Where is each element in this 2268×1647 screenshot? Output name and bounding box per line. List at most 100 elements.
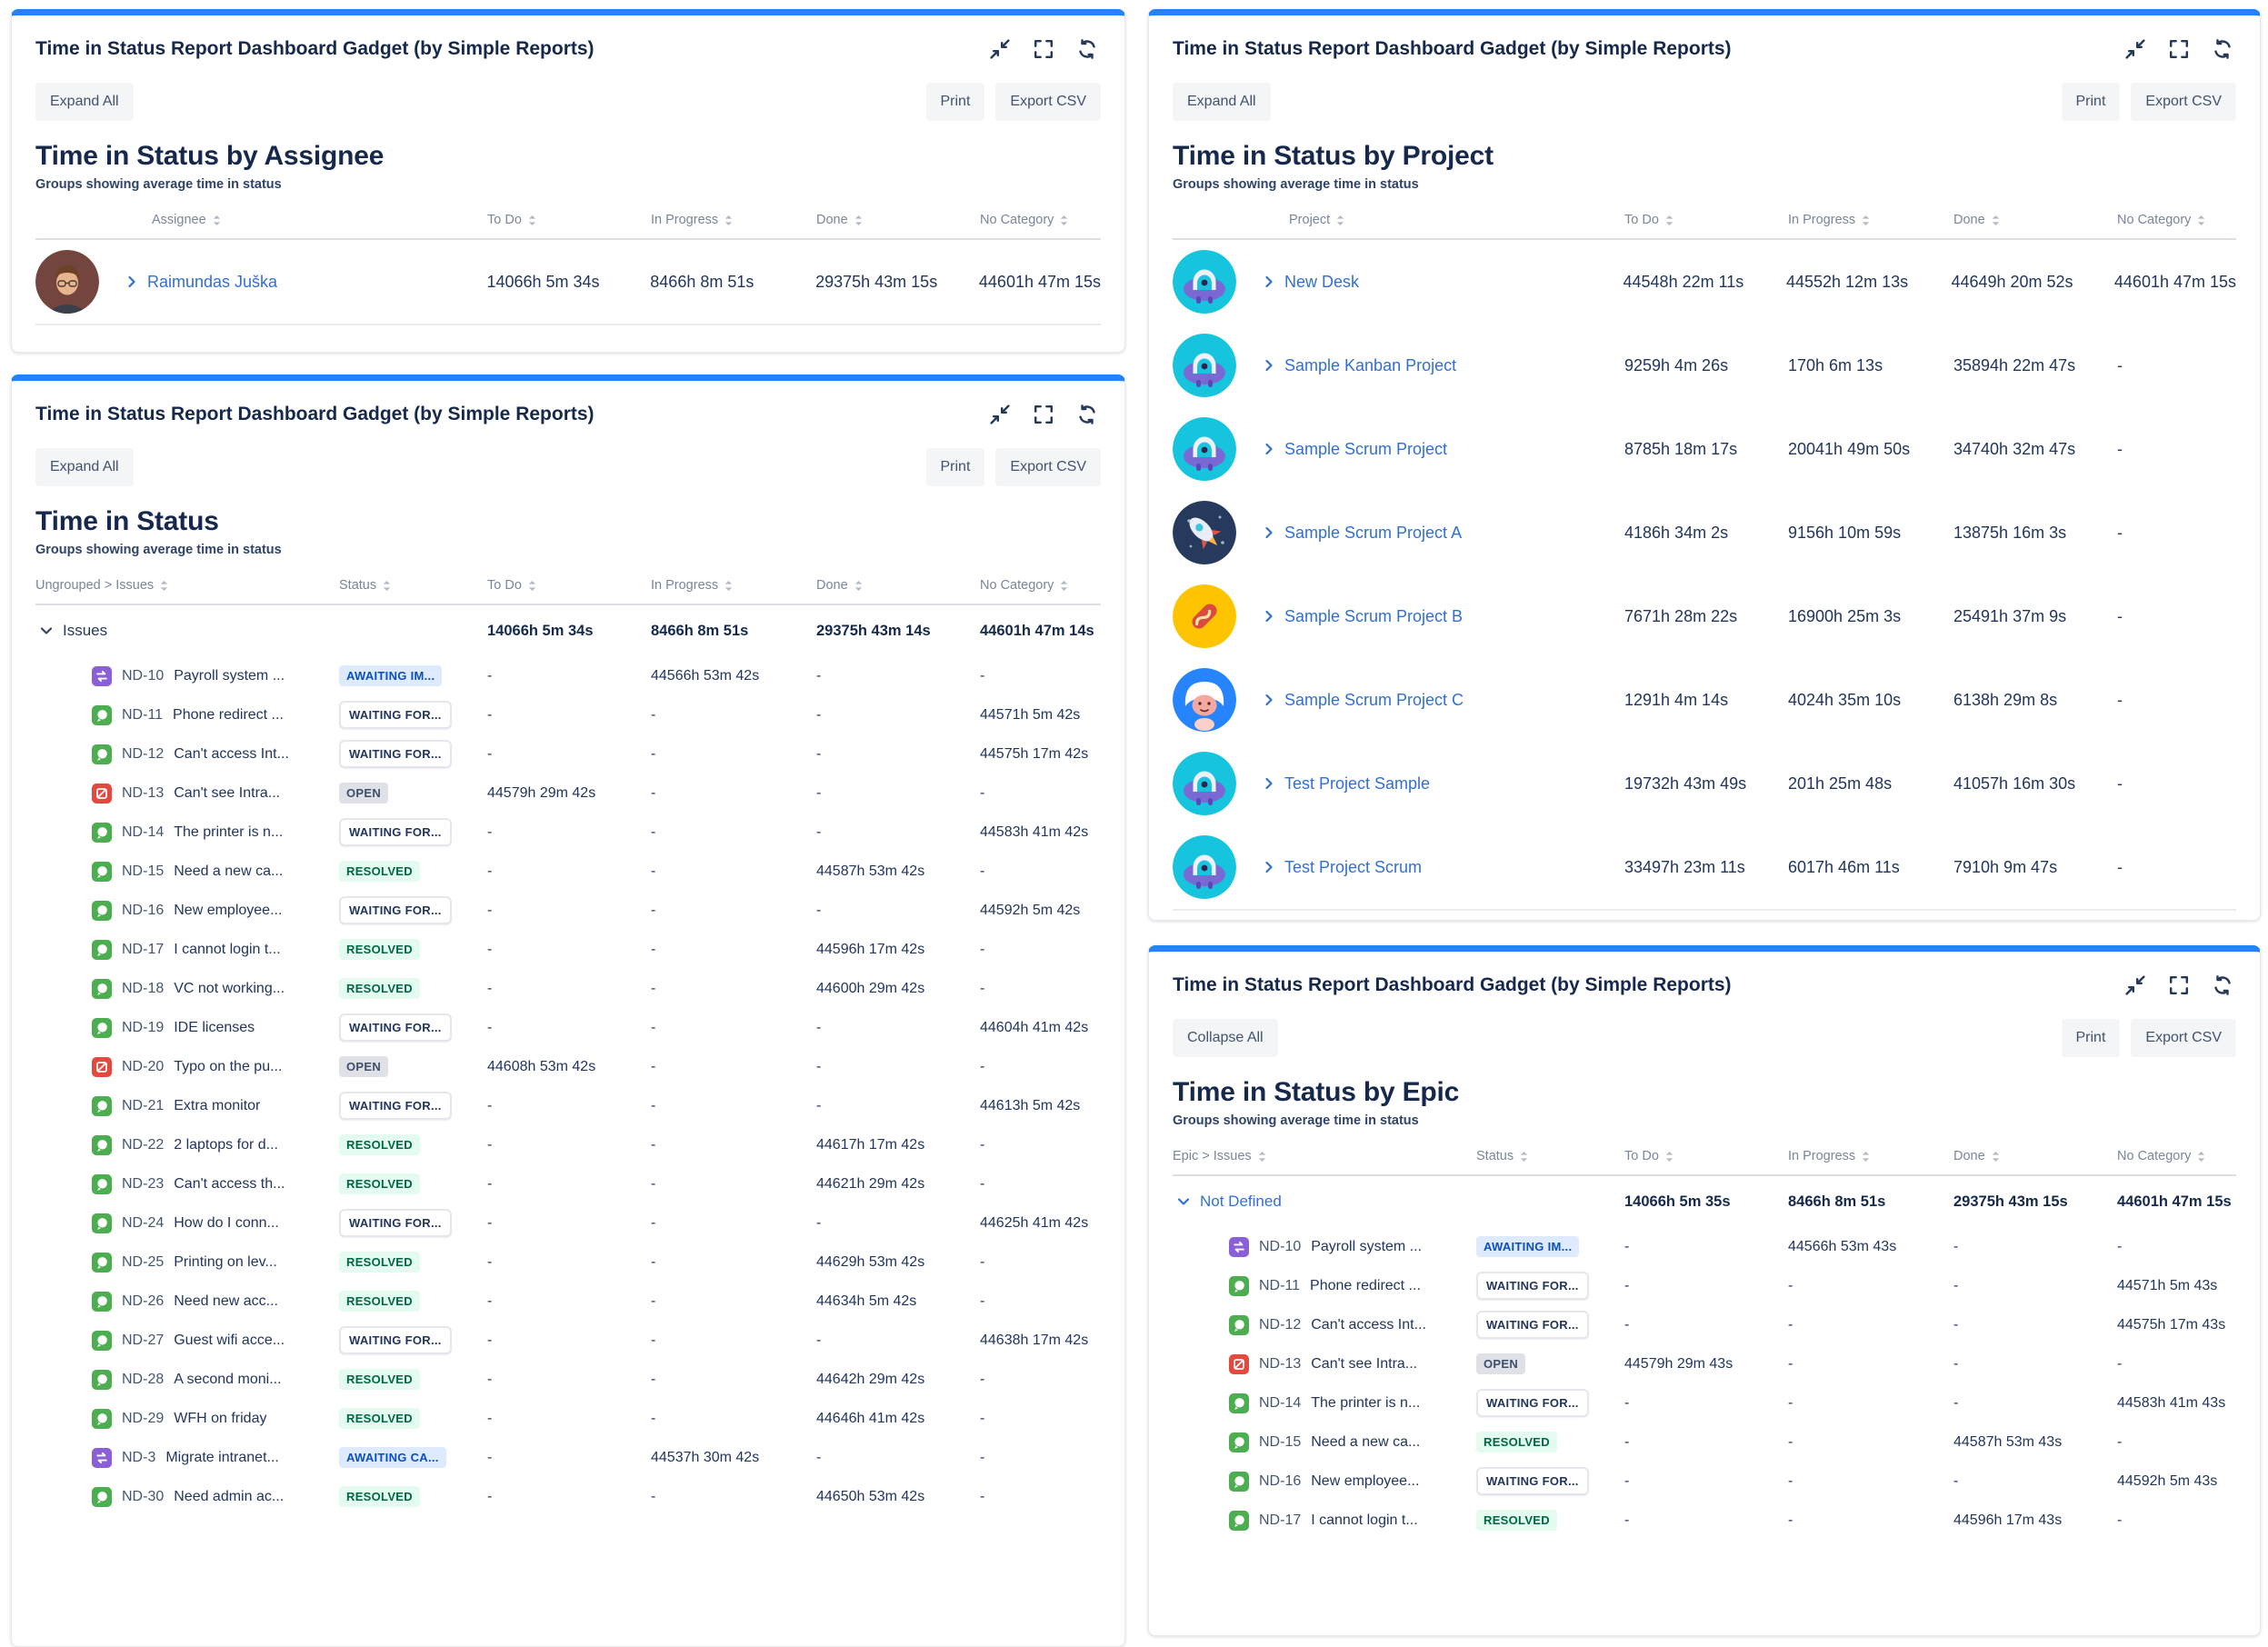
issue-summary: The printer is n... bbox=[174, 824, 283, 841]
expand-chevron-icon[interactable] bbox=[1262, 442, 1276, 456]
assignee-row: Raimundas Juška 14066h 5m 34s 8466h 8m 5… bbox=[35, 240, 1101, 324]
print-button[interactable]: Print bbox=[926, 83, 985, 121]
column-header-done[interactable]: Done bbox=[1953, 213, 2117, 227]
sort-icon[interactable] bbox=[1861, 215, 1871, 226]
column-header-todo[interactable]: To Do bbox=[487, 578, 651, 593]
expand-chevron-icon[interactable] bbox=[125, 274, 139, 289]
column-header-todo[interactable]: To Do bbox=[1624, 1149, 1788, 1163]
sort-icon[interactable] bbox=[1059, 580, 1069, 592]
sort-icon[interactable] bbox=[1664, 215, 1674, 226]
expand-all-button[interactable]: Expand All bbox=[35, 83, 134, 121]
column-header-todo[interactable]: To Do bbox=[487, 213, 651, 227]
issue-summary: Need admin ac... bbox=[174, 1489, 284, 1505]
refresh-icon[interactable] bbox=[2213, 39, 2233, 59]
chevron-down-icon[interactable] bbox=[1176, 1194, 1191, 1209]
sort-icon[interactable] bbox=[212, 215, 222, 226]
collapse-all-button[interactable]: Collapse All bbox=[1173, 1019, 1278, 1057]
refresh-icon[interactable] bbox=[1077, 404, 1097, 424]
fullscreen-icon[interactable] bbox=[2169, 975, 2189, 995]
issue-summary: I cannot login t... bbox=[1311, 1512, 1417, 1529]
todo-cell: - bbox=[487, 668, 651, 684]
export-csv-button[interactable]: Export CSV bbox=[995, 83, 1101, 121]
collapse-icon[interactable] bbox=[2125, 975, 2145, 995]
project-name-link[interactable]: Test Project Scrum bbox=[1284, 858, 1422, 877]
print-button[interactable]: Print bbox=[2062, 83, 2121, 121]
sort-icon[interactable] bbox=[1335, 215, 1345, 226]
column-header-no-category[interactable]: No Category bbox=[2117, 213, 2236, 227]
column-header-no-category[interactable]: No Category bbox=[980, 578, 1101, 593]
refresh-icon[interactable] bbox=[2213, 975, 2233, 995]
done-cell: 35894h 22m 47s bbox=[1953, 356, 2117, 375]
sort-icon[interactable] bbox=[1257, 1151, 1267, 1163]
no-category-cell: - bbox=[980, 981, 1101, 997]
group-label[interactable]: Not Defined bbox=[1200, 1193, 1282, 1211]
collapse-icon[interactable] bbox=[990, 404, 1010, 424]
fullscreen-icon[interactable] bbox=[1034, 39, 1054, 59]
expand-chevron-icon[interactable] bbox=[1262, 609, 1276, 624]
no-category-cell: - bbox=[2117, 691, 2236, 710]
expand-chevron-icon[interactable] bbox=[1262, 525, 1276, 540]
column-header-in-progress[interactable]: In Progress bbox=[651, 213, 816, 227]
column-header-project[interactable]: Project bbox=[1173, 213, 1624, 227]
sort-icon[interactable] bbox=[2196, 1151, 2206, 1163]
sort-icon[interactable] bbox=[527, 215, 537, 226]
support-type-icon bbox=[92, 1213, 112, 1233]
column-header-in-progress[interactable]: In Progress bbox=[651, 578, 816, 593]
sort-icon[interactable] bbox=[1861, 1151, 1871, 1163]
sort-icon[interactable] bbox=[724, 215, 734, 226]
expand-chevron-icon[interactable] bbox=[1262, 860, 1276, 874]
fullscreen-icon[interactable] bbox=[1034, 404, 1054, 424]
column-header-issues[interactable]: Ungrouped > Issues bbox=[35, 578, 339, 593]
sort-icon[interactable] bbox=[1519, 1151, 1529, 1163]
column-header-status[interactable]: Status bbox=[339, 578, 487, 593]
sort-icon[interactable] bbox=[159, 580, 169, 592]
sort-icon[interactable] bbox=[724, 580, 734, 592]
column-header-done[interactable]: Done bbox=[1953, 1149, 2117, 1163]
export-csv-button[interactable]: Export CSV bbox=[995, 448, 1101, 486]
expand-chevron-icon[interactable] bbox=[1262, 358, 1276, 373]
sort-icon[interactable] bbox=[1991, 215, 2001, 226]
print-button[interactable]: Print bbox=[2062, 1019, 2121, 1057]
expand-chevron-icon[interactable] bbox=[1262, 274, 1276, 289]
column-header-no-category[interactable]: No Category bbox=[980, 213, 1101, 227]
expand-all-button[interactable]: Expand All bbox=[1173, 83, 1271, 121]
refresh-icon[interactable] bbox=[1077, 39, 1097, 59]
sort-icon[interactable] bbox=[382, 580, 392, 592]
project-name-link[interactable]: Sample Scrum Project bbox=[1284, 440, 1447, 459]
fullscreen-icon[interactable] bbox=[2169, 39, 2189, 59]
sort-icon[interactable] bbox=[1059, 215, 1069, 226]
project-name-link[interactable]: Test Project Sample bbox=[1284, 774, 1430, 794]
column-header-todo[interactable]: To Do bbox=[1624, 213, 1788, 227]
project-name-link[interactable]: Sample Scrum Project A bbox=[1284, 524, 1462, 543]
column-header-done[interactable]: Done bbox=[816, 213, 980, 227]
column-header-done[interactable]: Done bbox=[816, 578, 980, 593]
project-name-link[interactable]: New Desk bbox=[1284, 273, 1359, 292]
expand-all-button[interactable]: Expand All bbox=[35, 448, 134, 486]
todo-cell: - bbox=[487, 1411, 651, 1427]
sort-icon[interactable] bbox=[854, 215, 864, 226]
column-header-status[interactable]: Status bbox=[1476, 1149, 1624, 1163]
sort-icon[interactable] bbox=[2196, 215, 2206, 226]
project-name-link[interactable]: Sample Scrum Project C bbox=[1284, 691, 1464, 710]
column-header-in-progress[interactable]: In Progress bbox=[1788, 1149, 1953, 1163]
export-csv-button[interactable]: Export CSV bbox=[2131, 83, 2236, 121]
collapse-icon[interactable] bbox=[2125, 39, 2145, 59]
column-header-epic-issues[interactable]: Epic > Issues bbox=[1173, 1149, 1476, 1163]
collapse-icon[interactable] bbox=[990, 39, 1010, 59]
chevron-down-icon[interactable] bbox=[39, 624, 54, 638]
expand-chevron-icon[interactable] bbox=[1262, 693, 1276, 707]
assignee-name-link[interactable]: Raimundas Juška bbox=[147, 273, 277, 292]
print-button[interactable]: Print bbox=[926, 448, 985, 486]
expand-chevron-icon[interactable] bbox=[1262, 776, 1276, 791]
project-name-link[interactable]: Sample Scrum Project B bbox=[1284, 607, 1463, 626]
column-header-in-progress[interactable]: In Progress bbox=[1788, 213, 1953, 227]
sort-icon[interactable] bbox=[1664, 1151, 1674, 1163]
export-csv-button[interactable]: Export CSV bbox=[2131, 1019, 2236, 1057]
column-header-assignee[interactable]: Assignee bbox=[35, 213, 487, 227]
project-name-link[interactable]: Sample Kanban Project bbox=[1284, 356, 1456, 375]
sort-icon[interactable] bbox=[1991, 1151, 2001, 1163]
sort-icon[interactable] bbox=[527, 580, 537, 592]
sort-icon[interactable] bbox=[854, 580, 864, 592]
column-header-no-category[interactable]: No Category bbox=[2117, 1149, 2236, 1163]
issue-row: ND-24 How do I conn... WAITING FOR... - … bbox=[35, 1203, 1101, 1243]
